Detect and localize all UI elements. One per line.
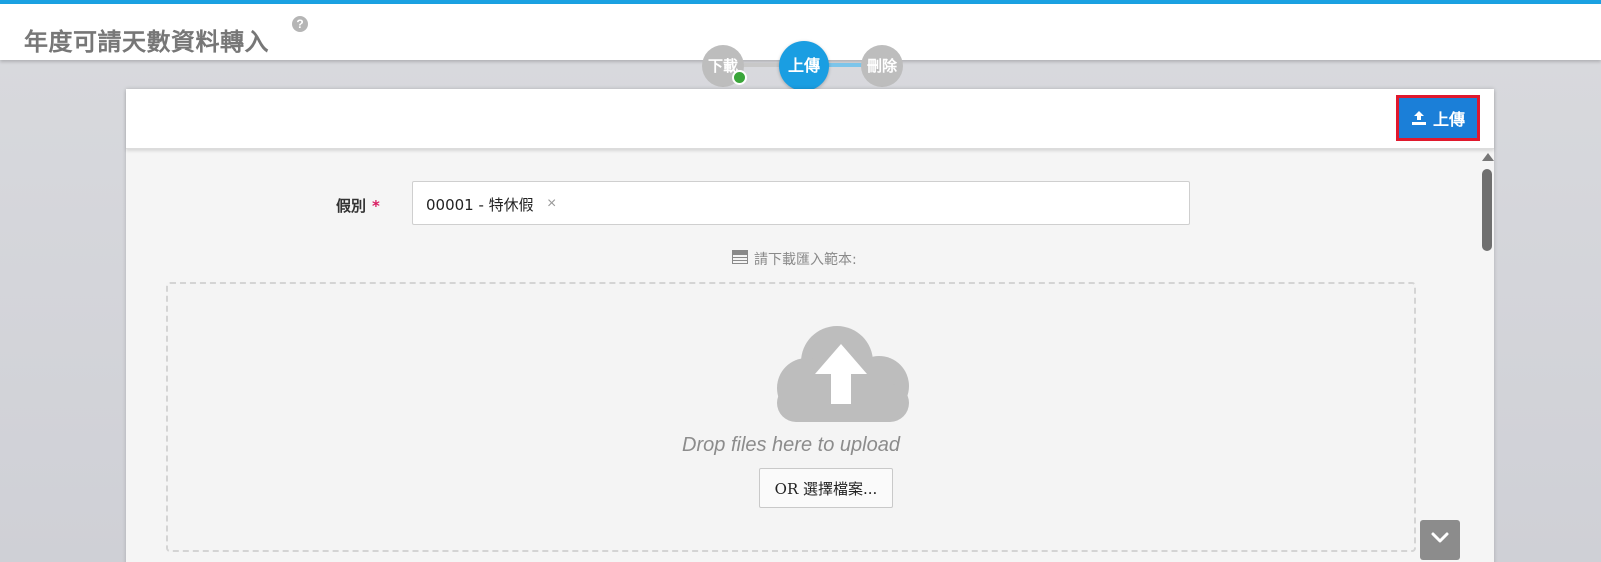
question-circle-icon[interactable]: ? bbox=[292, 16, 308, 32]
chevron-down-icon bbox=[1430, 531, 1450, 550]
step-delete[interactable]: 刪除 bbox=[861, 45, 903, 87]
scroll-up-arrow-icon[interactable] bbox=[1482, 153, 1494, 161]
choose-file-button[interactable]: OR 選擇檔案... bbox=[759, 468, 893, 508]
cloud-upload-icon bbox=[771, 322, 911, 431]
table-icon bbox=[732, 250, 748, 268]
required-mark: * bbox=[372, 197, 380, 215]
file-dropzone[interactable]: Drop files here to upload OR 選擇檔案... bbox=[166, 282, 1416, 552]
upload-button-label: 上傳 bbox=[1432, 110, 1465, 129]
scrollbar-thumb[interactable] bbox=[1482, 169, 1492, 251]
scroll-down-button[interactable] bbox=[1420, 520, 1460, 560]
clear-selection-icon[interactable]: × bbox=[547, 195, 556, 213]
upload-icon bbox=[1411, 110, 1427, 126]
step-complete-dot bbox=[732, 70, 747, 85]
leave-type-label: 假別 * bbox=[336, 195, 380, 216]
template-download-link[interactable]: 請下載匯入範本: bbox=[732, 249, 857, 269]
leave-type-select[interactable]: 00001 - 特休假 × bbox=[412, 181, 1190, 225]
page-title: 年度可請天數資料轉入 bbox=[24, 28, 269, 56]
upload-button[interactable]: 上傳 bbox=[1396, 95, 1480, 141]
leave-type-label-text: 假別 bbox=[336, 197, 367, 215]
scrollbar[interactable] bbox=[1480, 149, 1494, 562]
dropzone-text: Drop files here to upload bbox=[682, 434, 900, 456]
upload-panel: 上傳 假別 * 00001 - 特休假 × 請下載匯入範本: Drop file… bbox=[126, 89, 1494, 562]
leave-type-value: 00001 - 特休假 bbox=[426, 196, 534, 214]
panel-toolbar: 上傳 bbox=[126, 89, 1494, 149]
step-upload[interactable]: 上傳 bbox=[779, 41, 829, 91]
template-download-text: 請下載匯入範本: bbox=[754, 252, 857, 268]
